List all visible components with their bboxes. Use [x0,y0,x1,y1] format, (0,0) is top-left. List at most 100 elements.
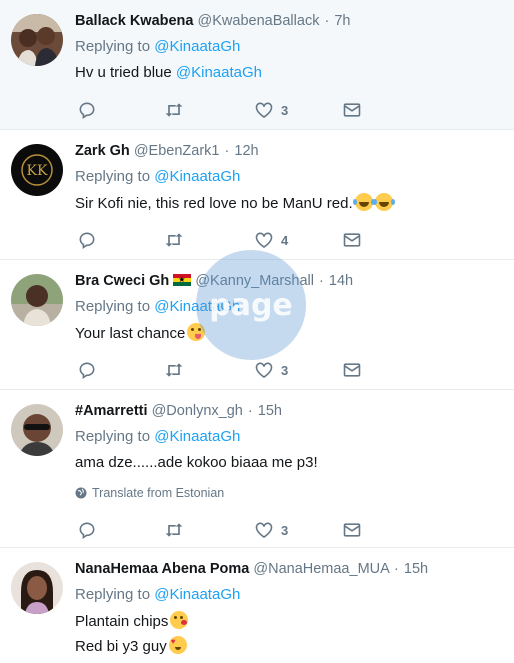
replying-label: Replying to [75,168,151,185]
user-handle[interactable]: @NanaHemaa_MUA [253,561,389,577]
tweet-actions: 3 [75,100,375,120]
tweet-header: NanaHemaa Abena Poma @NanaHemaa_MUA · 15… [75,559,506,579]
direct-message-button[interactable] [342,360,362,380]
separator: · [394,561,399,577]
tweet-text-content: Hv u tried blue [75,64,172,81]
replying-to: Replying to @KinaataGh [75,37,506,57]
replying-mention[interactable]: @KinaataGh [154,586,240,603]
tweet-header: Bra Cweci Gh @Kanny_Marshall · 14h [75,271,506,291]
like-button[interactable]: 3 [254,520,288,540]
envelope-icon [343,523,361,537]
user-name[interactable]: #Amarretti [75,403,148,419]
avatar[interactable] [11,404,63,456]
user-handle[interactable]: @Donlynx_gh [152,403,243,419]
tweet[interactable]: KK Zark Gh @EbenZark1 · 12h Replying to … [0,130,514,260]
separator: · [247,403,253,419]
like-button[interactable]: 3 [254,100,288,120]
kiss-emoji-icon [170,611,189,629]
envelope-icon [343,103,361,117]
translate-link[interactable]: Translate from Estonian [75,486,506,500]
reply-button[interactable] [77,100,97,120]
globe-icon [75,487,87,499]
reply-button[interactable] [77,520,97,540]
timestamp[interactable]: 15h [258,403,282,419]
user-handle[interactable]: @KwabenaBallack [198,13,320,29]
laughing-emoji-icon [352,193,373,211]
reply-icon [79,102,95,120]
replying-label: Replying to [75,38,151,55]
retweet-button[interactable] [163,230,185,250]
retweet-button[interactable] [163,360,185,380]
tweet[interactable]: #Amarretti @Donlynx_gh · 15h Replying to… [0,390,514,548]
tweet-text: Your last chance [75,323,506,344]
retweet-icon [165,363,183,377]
tweet-actions: 3 [75,520,375,540]
tweet-text-content: Plantain chips [75,613,169,630]
retweet-button[interactable] [163,520,185,540]
user-handle[interactable]: @EbenZark1 [134,143,220,159]
like-button[interactable]: 3 [254,360,288,380]
avatar-logo-text: KK [27,163,48,179]
like-button[interactable]: 4 [254,230,288,250]
user-name[interactable]: Bra Cweci Gh [75,273,169,289]
heart-eyes-emoji-icon [168,636,187,654]
tweet-text-content: ama dze......ade kokoo biaaa me p3! [75,454,318,471]
reply-icon [79,232,95,250]
user-name[interactable]: NanaHemaa Abena Poma [75,561,249,577]
envelope-icon [343,363,361,377]
replying-to: Replying to @KinaataGh [75,167,506,187]
direct-message-button[interactable] [342,230,362,250]
reply-button[interactable] [77,230,97,250]
replying-label: Replying to [75,586,151,603]
avatar[interactable] [11,274,63,326]
separator: · [319,273,324,289]
tweet-text: Hv u tried blue @KinaataGh [75,63,506,83]
tweet[interactable]: Bra Cweci Gh @Kanny_Marshall · 14h Reply… [0,260,514,390]
retweet-icon [165,523,183,537]
replying-label: Replying to [75,298,151,315]
tweet-header: Ballack Kwabena @KwabenaBallack · 7h [75,11,506,31]
tweet-text-content: Red bi y3 guy [75,638,167,655]
replying-mention[interactable]: @KinaataGh [154,38,240,55]
direct-message-button[interactable] [342,520,362,540]
reply-button[interactable] [77,360,97,380]
retweet-icon [165,103,183,117]
laughing-emoji-icon [372,193,393,211]
direct-message-button[interactable] [342,100,362,120]
retweet-button[interactable] [163,100,185,120]
retweet-icon [165,233,183,247]
like-count: 3 [281,102,289,118]
replying-mention[interactable]: @KinaataGh [154,298,240,315]
tweet-text: ama dze......ade kokoo biaaa me p3! [75,453,506,473]
avatar[interactable] [11,562,63,614]
replying-to: Replying to @KinaataGh [75,585,506,605]
tweet-text-content: Your last chance [75,325,186,342]
avatar[interactable]: KK [11,144,63,196]
tweet[interactable]: Ballack Kwabena @KwabenaBallack · 7h Rep… [0,0,514,130]
tweet[interactable]: NanaHemaa Abena Poma @NanaHemaa_MUA · 15… [0,548,514,663]
user-handle[interactable]: @Kanny_Marshall [195,273,314,289]
tweet-header: #Amarretti @Donlynx_gh · 15h [75,401,506,421]
timestamp[interactable]: 15h [404,561,428,577]
tweet-text-content: Sir Kofi nie, this red love no be ManU r… [75,195,353,212]
user-name[interactable]: Ballack Kwabena [75,13,193,29]
replying-mention[interactable]: @KinaataGh [154,168,240,185]
tweet-mention[interactable]: @KinaataGh [176,64,262,81]
replying-mention[interactable]: @KinaataGh [154,428,240,445]
avatar[interactable] [11,14,63,66]
like-count: 3 [281,362,289,378]
timestamp[interactable]: 14h [329,273,353,289]
tweet-actions: 3 [75,360,375,380]
timestamp[interactable]: 7h [334,13,350,29]
replying-to: Replying to @KinaataGh [75,297,506,317]
translate-label[interactable]: Translate from Estonian [92,486,224,500]
timestamp[interactable]: 12h [234,143,258,159]
heart-icon [255,362,273,379]
reply-icon [79,362,95,380]
replying-to: Replying to @KinaataGh [75,427,506,447]
like-count: 4 [281,232,289,248]
user-name[interactable]: Zark Gh [75,143,130,159]
tweet-actions: 4 [75,230,375,250]
separator: · [324,13,330,29]
tweet-text-line: Plantain chips [75,611,506,632]
